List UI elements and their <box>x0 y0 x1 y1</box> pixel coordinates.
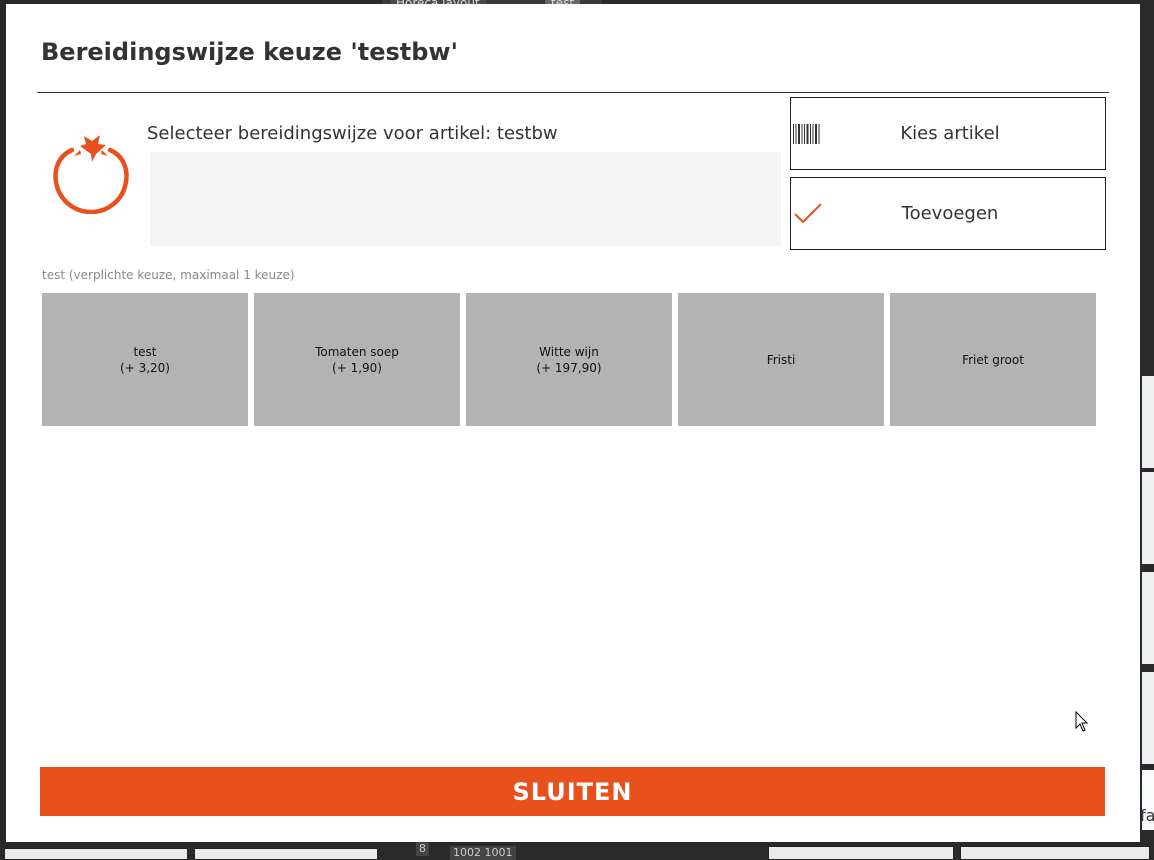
article-subtitle: Selecteer bereidingswijze voor artikel: … <box>147 123 558 144</box>
choice-name: test <box>133 344 157 359</box>
background-right-panel <box>1140 472 1154 564</box>
background-right-panel <box>1140 672 1154 764</box>
choice-name: Tomaten soep <box>315 344 399 359</box>
background-cell-codes: 1002 1001 <box>450 846 516 860</box>
mouse-cursor-icon <box>1075 711 1089 732</box>
choice-price: (+ 1,90) <box>332 360 382 375</box>
choice-button-witte-wijn[interactable]: Witte wijn (+ 197,90) <box>466 293 672 426</box>
choice-button-test[interactable]: test (+ 3,20) <box>42 293 248 426</box>
background-cell <box>960 846 1150 860</box>
background-cell-number: 8 <box>416 842 429 856</box>
sluiten-button[interactable]: SLUITEN <box>40 767 1105 816</box>
toevoegen-button[interactable]: Toevoegen <box>790 177 1106 250</box>
choice-price: (+ 197,90) <box>536 360 602 375</box>
bereidingswijze-dialog: Bereidingswijze keuze 'testbw' Selecteer… <box>6 4 1140 842</box>
dialog-title: Bereidingswijze keuze 'testbw' <box>41 38 458 66</box>
background-text-fragment: fa <box>1140 806 1154 825</box>
choice-name: Friet groot <box>962 352 1024 367</box>
choice-name: Fristi <box>766 352 796 367</box>
title-divider <box>37 92 1109 93</box>
background-cell <box>194 848 378 860</box>
choice-price: (+ 3,20) <box>120 360 170 375</box>
choice-grid: test (+ 3,20) Tomaten soep (+ 1,90) Witt… <box>42 293 1102 426</box>
background-right-panel <box>1140 376 1154 468</box>
tomato-icon <box>53 135 129 214</box>
background-right-panel <box>1140 572 1154 664</box>
background-cell <box>4 848 188 860</box>
background-cell <box>768 846 954 860</box>
choice-button-fristi[interactable]: Fristi <box>678 293 884 426</box>
choice-name: Witte wijn <box>539 344 599 359</box>
toevoegen-label: Toevoegen <box>901 203 999 224</box>
kies-artikel-button[interactable]: Kies artikel <box>790 97 1106 170</box>
choice-button-friet-groot[interactable]: Friet groot <box>890 293 1096 426</box>
kies-artikel-label: Kies artikel <box>900 123 1000 144</box>
choice-button-tomaten-soep[interactable]: Tomaten soep (+ 1,90) <box>254 293 460 426</box>
selection-preview <box>150 152 781 246</box>
choice-group-label: test (verplichte keuze, maximaal 1 keuze… <box>42 268 295 282</box>
